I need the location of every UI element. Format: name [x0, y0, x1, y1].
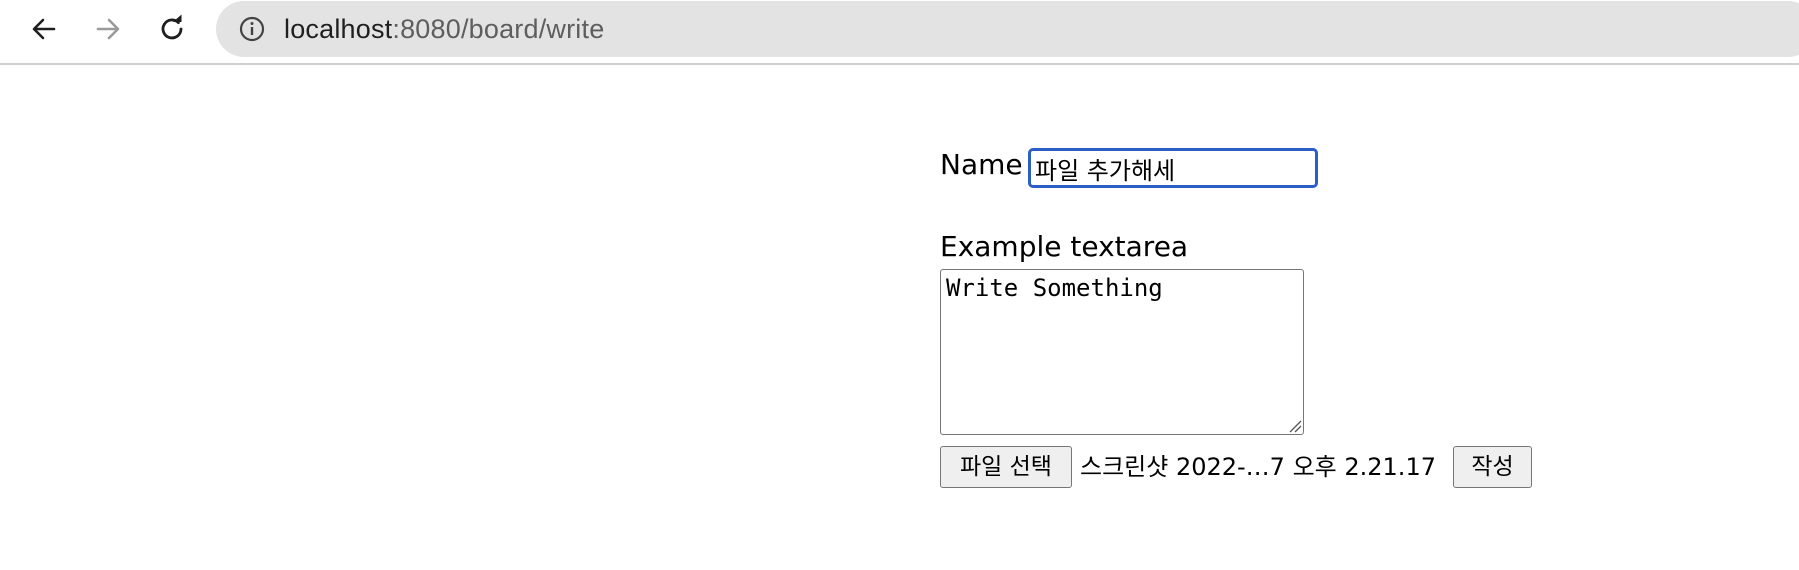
address-bar[interactable]: localhost:8080/board/write — [216, 1, 1799, 57]
arrow-right-icon — [96, 18, 120, 40]
textarea-label: Example textarea — [940, 230, 1189, 263]
url-text[interactable]: localhost:8080/board/write — [284, 14, 604, 44]
arrow-left-icon — [32, 18, 56, 40]
content-textarea[interactable]: Write Something — [940, 269, 1304, 435]
browser-toolbar: localhost:8080/board/write — [0, 0, 1799, 65]
resize-grip-icon[interactable] — [1288, 419, 1302, 433]
forward-button[interactable] — [90, 11, 126, 47]
url-host: localhost — [284, 14, 393, 44]
name-input[interactable] — [1028, 148, 1318, 188]
choose-file-button[interactable]: 파일 선택 — [940, 446, 1072, 488]
reload-button[interactable] — [154, 11, 190, 47]
info-icon[interactable] — [238, 15, 266, 43]
submit-button[interactable]: 작성 — [1453, 446, 1532, 488]
name-label: Name — [940, 148, 1023, 181]
url-path: :8080/board/write — [392, 14, 605, 44]
selected-file-name: 스크린샷 2022-…7 오후 2.21.17 — [1080, 453, 1436, 481]
reload-icon — [161, 14, 183, 40]
back-button[interactable] — [26, 11, 62, 47]
